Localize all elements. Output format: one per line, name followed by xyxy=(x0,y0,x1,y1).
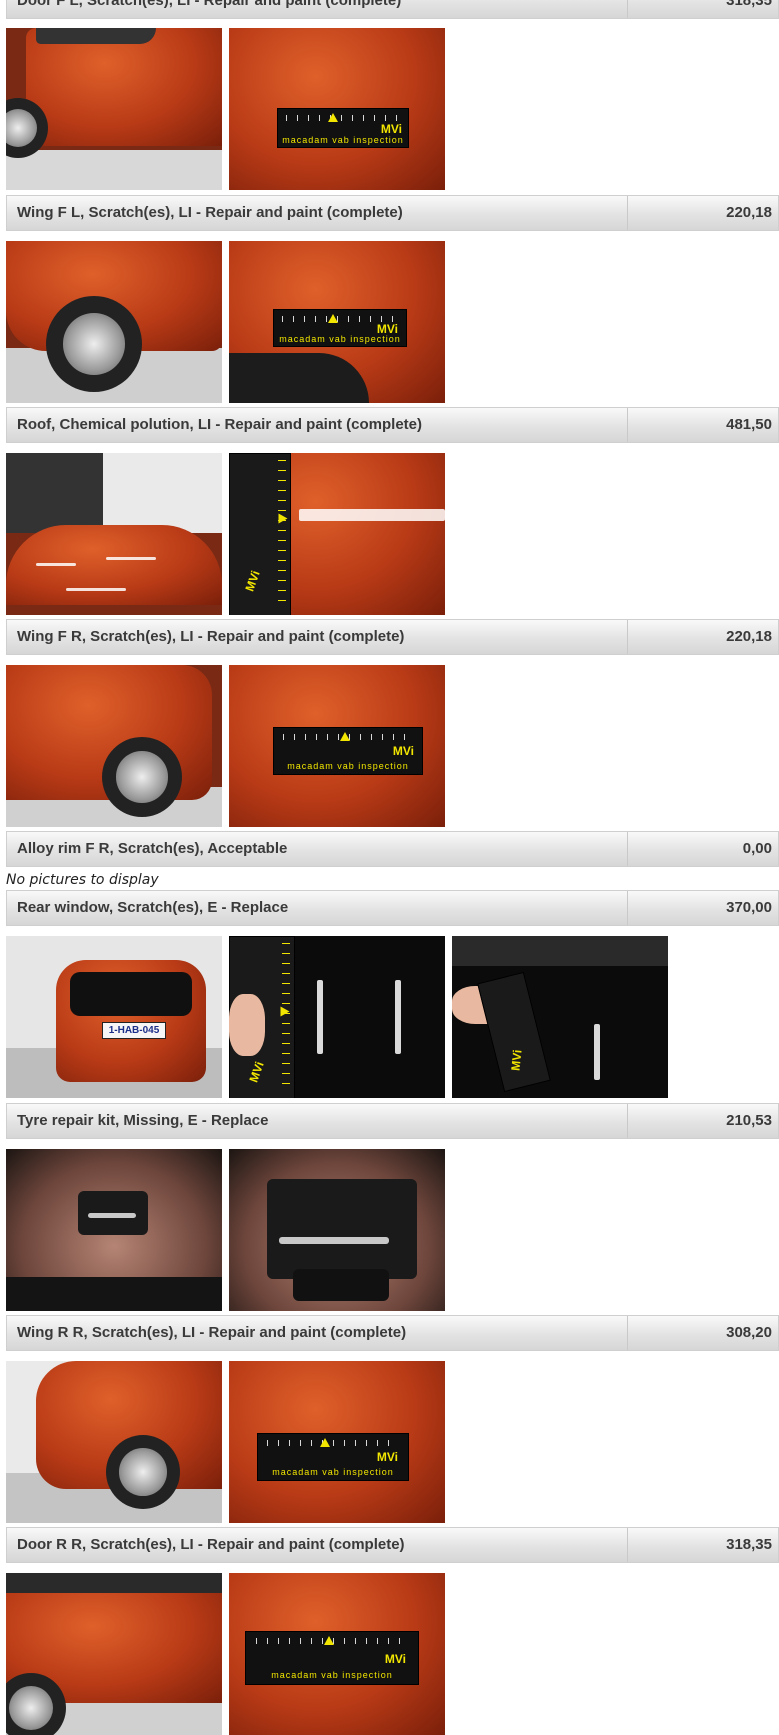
damage-description: Wing F R, Scratch(es), LI - Repair and p… xyxy=(7,620,628,654)
damage-description: Door F L, Scratch(es), LI - Repair and p… xyxy=(7,0,628,18)
damage-row-wing-rr: Wing R R, Scratch(es), LI - Repair and p… xyxy=(6,1315,779,1351)
damage-row-alloy-rim-fr: Alloy rim F R, Scratch(es), Acceptable 0… xyxy=(6,831,779,867)
photo-roof-overview[interactable] xyxy=(6,453,222,615)
photo-rear-window-closeup-2[interactable]: MVi xyxy=(452,936,668,1098)
damage-row-rear-window: Rear window, Scratch(es), E - Replace 37… xyxy=(6,890,779,926)
measuring-ruler: MVi macadam vab inspection xyxy=(257,1433,409,1481)
damage-description: Wing R R, Scratch(es), LI - Repair and p… xyxy=(7,1316,628,1350)
damage-price: 308,20 xyxy=(726,1324,772,1341)
damage-row-tyre-repair-kit: Tyre repair kit, Missing, E - Replace 21… xyxy=(6,1103,779,1139)
damage-row-door-rr: Door R R, Scratch(es), LI - Repair and p… xyxy=(6,1527,779,1563)
damage-price: 370,00 xyxy=(726,899,772,916)
no-pictures-message: No pictures to display xyxy=(6,872,159,888)
photo-door-rr-overview[interactable] xyxy=(6,1573,222,1735)
damage-price: 220,18 xyxy=(726,204,772,221)
damage-price: 318,35 xyxy=(726,1536,772,1553)
damage-row-door-fl: Door F L, Scratch(es), LI - Repair and p… xyxy=(6,0,779,19)
measuring-ruler: MVi macadam vab inspection xyxy=(273,727,423,775)
photo-wing-rr-closeup[interactable]: MVi macadam vab inspection xyxy=(229,1361,445,1523)
photo-wing-fl-overview[interactable] xyxy=(6,241,222,403)
measuring-ruler: MVi macadam vab inspection xyxy=(273,309,407,347)
damage-price: 318,35 xyxy=(726,0,772,9)
damage-description: Door R R, Scratch(es), LI - Repair and p… xyxy=(7,1528,628,1562)
photo-door-fl-closeup[interactable]: MVi macadam vab inspection xyxy=(229,28,445,190)
license-plate: 1-HAB-045 xyxy=(102,1022,166,1039)
measuring-ruler: MVi macadam vab inspection xyxy=(277,108,409,148)
damage-price: 0,00 xyxy=(742,840,772,857)
measuring-ruler: MVi xyxy=(229,453,291,615)
damage-description: Tyre repair kit, Missing, E - Replace xyxy=(7,1104,628,1138)
damage-description: Rear window, Scratch(es), E - Replace xyxy=(7,891,628,925)
damage-description: Roof, Chemical polution, LI - Repair and… xyxy=(7,408,628,442)
damage-description: Wing F L, Scratch(es), LI - Repair and p… xyxy=(7,196,628,230)
damage-row-wing-fr: Wing F R, Scratch(es), LI - Repair and p… xyxy=(6,619,779,655)
damage-description: Alloy rim F R, Scratch(es), Acceptable xyxy=(7,832,628,866)
measuring-ruler: MVi macadam vab inspection xyxy=(245,1631,419,1685)
damage-row-roof: Roof, Chemical polution, LI - Repair and… xyxy=(6,407,779,443)
photo-wing-fr-overview[interactable] xyxy=(6,665,222,827)
measuring-ruler: MVi xyxy=(477,971,551,1093)
damage-row-wing-fl: Wing F L, Scratch(es), LI - Repair and p… xyxy=(6,195,779,231)
photo-wing-rr-overview[interactable] xyxy=(6,1361,222,1523)
photo-roof-closeup[interactable]: MVi xyxy=(229,453,445,615)
photo-door-fl-overview[interactable] xyxy=(6,28,222,190)
photo-wing-fr-closeup[interactable]: MVi macadam vab inspection xyxy=(229,665,445,827)
photo-tyre-kit-closeup[interactable] xyxy=(229,1149,445,1311)
photo-wing-fl-closeup[interactable]: MVi macadam vab inspection xyxy=(229,241,445,403)
photo-trunk-overview[interactable] xyxy=(6,1149,222,1311)
damage-price: 210,53 xyxy=(726,1112,772,1129)
photo-rear-window-closeup-1[interactable]: MVi xyxy=(229,936,445,1098)
damage-price: 220,18 xyxy=(726,628,772,645)
photo-door-rr-closeup[interactable]: MVi macadam vab inspection xyxy=(229,1573,445,1735)
damage-price: 481,50 xyxy=(726,416,772,433)
photo-rear-overview[interactable]: 1-HAB-045 xyxy=(6,936,222,1098)
